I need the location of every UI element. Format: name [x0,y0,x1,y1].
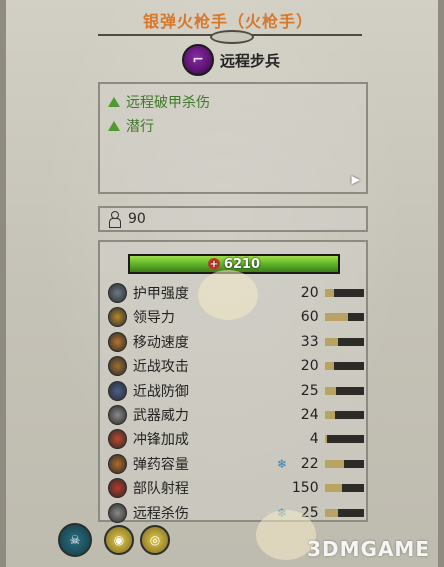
stat-bar [324,435,365,444]
stat-bar [324,289,365,297]
stat-row[interactable]: 部队射程 150 [108,477,365,499]
stat-label: 部队射程 [132,481,189,498]
stat-bar [324,508,365,517]
ammunition-icon [108,453,127,474]
stat-row[interactable]: 近战攻击 20 [108,355,365,377]
stat-value: 24 [300,407,319,423]
watermark-mascot [198,270,258,320]
stat-bar [324,411,365,419]
ability-item[interactable]: 远程破甲杀伤 [108,92,210,112]
ability-item[interactable]: 潜行 [108,116,154,136]
stat-value: 25 [300,382,319,399]
abilities-panel: 远程破甲杀伤 潜行 ▶ [98,82,368,194]
unit-title: 银弹火枪手（火枪手） [142,12,313,31]
range-icon [108,478,127,499]
stat-bar-fill [324,459,345,468]
stat-row[interactable]: 冲锋加成 4 [108,428,365,450]
green-triangle-icon [108,97,120,107]
unit-size-row: 90 [98,206,368,232]
stat-value: 22 [300,455,319,472]
unit-card-button[interactable]: ☠ [58,523,92,557]
eye-slash-icon: ◎ [149,533,161,547]
eye-button[interactable]: ◉ [104,525,134,555]
stat-row[interactable]: 移动速度 33 [108,331,365,353]
green-triangle-icon [108,121,120,131]
melee-attack-icon [108,356,127,377]
expand-arrow-icon[interactable]: ▶ [352,173,360,186]
stat-bar-fill [324,362,335,371]
unit-info-panel: 银弹火枪手（火枪手） ⌐ 远程步兵 远程破甲杀伤 潜行 ▶ 90 + 6210 … [0,0,444,567]
stat-bar-fill [324,435,327,444]
health-plus-icon: + [207,258,220,270]
stat-label: 移动速度 [132,334,189,351]
stat-label: 近战防御 [132,383,189,400]
stat-value: 4 [309,431,319,448]
stat-value: 60 [300,309,319,326]
leadership-icon [108,307,127,328]
stat-label: 领导力 [132,310,175,327]
melee-defense-icon [108,380,127,401]
unit-class-label: 远程步兵 [220,51,281,70]
missile-damage-icon [108,502,127,523]
stat-label: 弹药容量 [132,456,189,473]
stat-bar [324,337,365,346]
musket-icon: ⌐ [182,44,214,76]
title-ornament [98,30,362,44]
soldier-icon [108,211,121,228]
stat-bar-fill [324,289,335,297]
unit-class: ⌐ 远程步兵 [182,44,280,76]
stat-bar [324,386,365,395]
stat-boost-icon: ❄ [277,456,288,471]
eye-toggle-button[interactable]: ◎ [140,525,170,555]
stat-bar [324,362,365,371]
unit-size-value: 90 [128,211,146,227]
stat-bar-fill [324,411,336,419]
speed-icon [108,331,127,352]
watermark: 3DMGAME [307,537,430,561]
weapon-strength-icon [108,405,127,425]
ability-label: 远程破甲杀伤 [126,95,210,111]
stat-value: 20 [300,285,319,301]
stat-row[interactable]: 武器威力 24 [108,404,365,426]
stat-bar [324,484,365,493]
skull-icon: ☠ [69,533,81,547]
stat-bar-fill [324,484,343,493]
ability-label: 潜行 [126,119,154,135]
armor-icon [108,283,127,303]
stat-value: 33 [300,333,319,350]
stat-bar [324,459,365,468]
stat-row[interactable]: 弹药容量 ❄ 22 [108,453,365,475]
bottom-buttons: ☠ ◉ ◎ [58,523,176,557]
stat-bar-fill [324,313,349,322]
stat-bar-fill [324,386,336,395]
stat-label: 远程杀伤 [132,505,189,522]
stat-bar-fill [324,337,339,346]
eye-icon: ◉ [113,533,125,547]
stat-label: 近战攻击 [132,359,189,376]
stat-bar-fill [324,508,339,517]
stat-bar [324,313,365,322]
charge-bonus-icon [108,429,127,450]
stat-row[interactable]: 近战防御 25 [108,380,365,402]
stat-value: 150 [291,480,319,497]
stat-label: 武器威力 [132,408,189,424]
stat-row[interactable]: 远程杀伤❄25 [108,502,365,524]
stat-value: 20 [300,358,319,375]
stat-label: 冲锋加成 [132,432,189,449]
